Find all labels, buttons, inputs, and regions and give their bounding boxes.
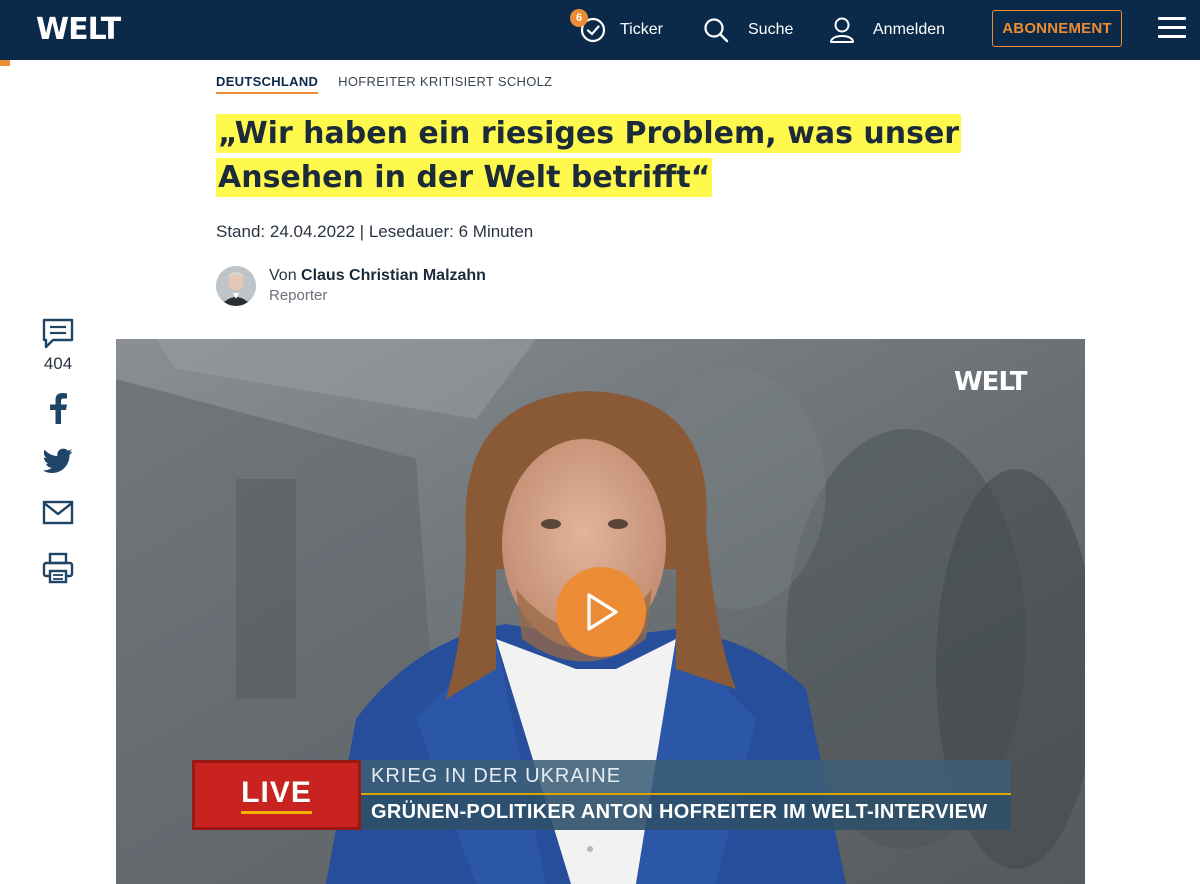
welt-watermark: WELT [954,367,1027,397]
search-icon [704,18,729,43]
ticker-button[interactable]: 6 Ticker [570,0,663,60]
headline-text: „Wir haben ein riesiges Problem, was uns… [216,114,962,197]
comments-button[interactable]: 404 [36,316,80,374]
article-meta: Stand: 24.04.2022 | Lesedauer: 6 Minuten [216,222,534,241]
author-avatar[interactable] [216,266,256,306]
comment-count: 404 [43,354,73,373]
header-accent-line [0,60,1200,66]
play-icon [587,593,618,631]
print-button[interactable] [36,552,80,584]
ticker-icon: 6 [570,9,606,43]
breadcrumb: DEUTSCHLAND HOFREITER KRITISIERT SCHOLZ [216,74,553,94]
author-name[interactable]: Claus Christian Malzahn [301,267,486,284]
subscribe-button[interactable]: ABONNEMENT [992,10,1122,47]
lower-third-headline: GRÜNEN-POLITIKER ANTON HOFREITER IM WELT… [361,795,1011,830]
print-icon [42,552,74,584]
twitter-icon [43,448,73,473]
article-headline: „Wir haben ein riesiges Problem, was uns… [216,112,1016,200]
share-facebook-button[interactable] [36,392,80,424]
share-twitter-button[interactable] [36,448,80,474]
live-badge: LIVE [192,760,361,830]
login-label: Anmelden [873,21,946,38]
topic-kicker: HOFREITER KRITISIERT SCHOLZ [338,74,553,89]
welt-logo[interactable]: WELT [36,12,121,47]
facebook-icon [50,393,67,424]
top-navigation-bar: WELT 6 Ticker Suche Anmelden ABONNEMENT [0,0,1200,60]
search-button[interactable]: Suche [703,0,793,60]
section-link[interactable]: DEUTSCHLAND [216,74,319,94]
search-label: Suche [748,21,794,38]
live-label: LIVE [241,776,312,814]
author-prefix: Von [269,267,302,284]
ticker-count-badge: 6 [570,9,588,27]
comment-icon [42,318,74,349]
menu-hamburger-icon[interactable] [1158,17,1186,41]
mail-icon [42,500,74,525]
author-block: Von Claus Christian Malzahn Reporter [216,266,486,306]
play-button[interactable] [556,567,646,657]
user-icon [830,17,854,43]
lower-third-topic: KRIEG IN DER UKRAINE [361,760,1011,793]
login-button[interactable]: Anmelden [829,0,945,60]
author-role: Reporter [269,287,328,304]
video-player[interactable]: WELT LIVE KRIEG IN DER UKRAINE GRÜNEN-PO… [116,339,1085,884]
ticker-label: Ticker [620,21,663,38]
share-email-button[interactable] [36,500,80,526]
